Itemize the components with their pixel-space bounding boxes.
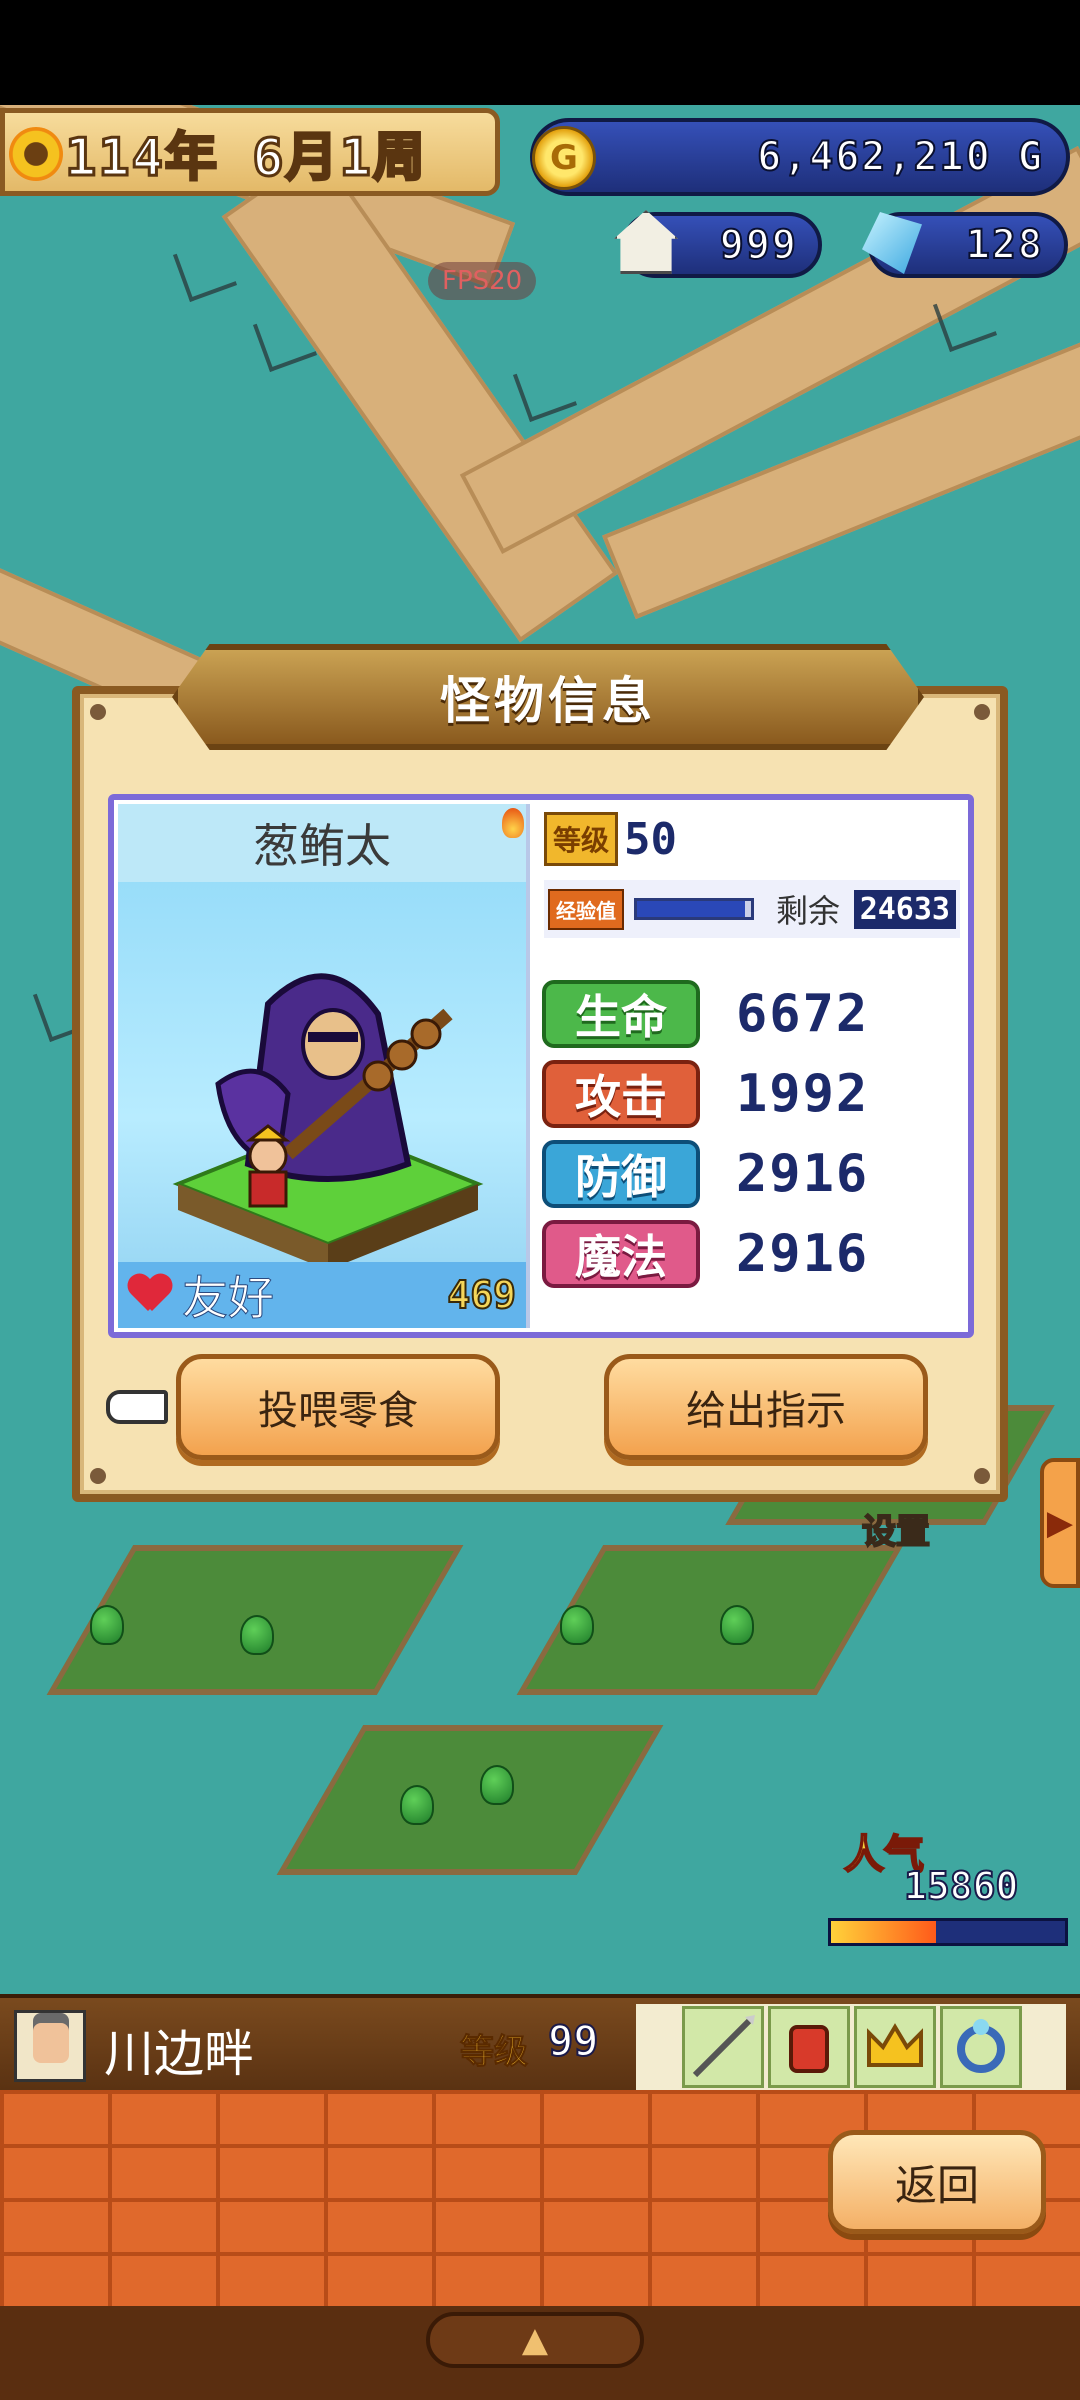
- monster-info-panel: 葱鲔太 友好 469 等级 50 经验值 剩余 24633 生命 6672 攻击…: [108, 794, 974, 1338]
- player-bar[interactable]: 川边畔 等级 99: [0, 1994, 1080, 2090]
- tree: [720, 1605, 754, 1645]
- rivet: [90, 704, 106, 720]
- house-count: 999: [719, 221, 798, 269]
- player-level-value: 99: [547, 2015, 600, 2066]
- player-name: 川边畔: [104, 2025, 254, 2083]
- player-level-label: 等级: [460, 2032, 529, 2073]
- popularity-bar: [828, 1918, 1068, 1946]
- level-value: 50: [624, 813, 677, 865]
- feed-snack-button[interactable]: 投喂零食: [176, 1354, 500, 1460]
- monster-portrait: 葱鲔太 友好 469: [118, 804, 530, 1328]
- stat-magic-label: 魔法: [542, 1220, 700, 1288]
- date-text: 114年 6月1周: [64, 126, 427, 189]
- coin-symbol: G: [550, 138, 578, 178]
- sunflower-icon: [9, 127, 63, 181]
- dialog-title: 怪物信息: [440, 672, 656, 730]
- tree: [90, 1605, 124, 1645]
- rivet: [90, 1468, 106, 1484]
- pointing-hand-icon: [106, 1390, 168, 1424]
- friendship-label: 友好: [182, 1271, 275, 1326]
- fps-indicator: FPS20: [428, 262, 537, 300]
- stat-defense-value: 2916: [736, 1144, 870, 1204]
- chevron-up-icon: ▲: [521, 2320, 549, 2360]
- side-menu-tab[interactable]: ▶: [1040, 1458, 1080, 1588]
- level-label: 等级: [544, 812, 619, 866]
- experience-row: 经验值 剩余 24633: [544, 880, 960, 938]
- crown-icon[interactable]: [854, 2006, 936, 2088]
- rivet: [974, 704, 990, 720]
- heart-icon: [128, 1275, 172, 1315]
- popularity-bar-fill: [831, 1921, 937, 1943]
- ring-icon[interactable]: [940, 2006, 1022, 2088]
- monster-stats: 等级 50 经验值 剩余 24633 生命 6672 攻击 1992 防御 29…: [538, 800, 968, 1330]
- date-display: 114年 6月1周: [0, 108, 500, 196]
- stat-hp: 生命 6672: [542, 980, 869, 1048]
- stat-defense: 防御 2916: [542, 1140, 869, 1208]
- stat-hp-value: 6672: [736, 984, 870, 1044]
- experience-remaining-value: 24633: [853, 889, 956, 929]
- stat-defense-label: 防御: [542, 1140, 700, 1208]
- dead-tree: [172, 237, 238, 303]
- back-button[interactable]: 返回: [828, 2130, 1046, 2234]
- tree: [560, 1605, 594, 1645]
- settings-label[interactable]: 设置: [861, 1504, 931, 1553]
- friendship-bar: 友好 469: [118, 1262, 526, 1328]
- experience-remaining-label: 剩余: [776, 892, 841, 930]
- tree: [240, 1615, 274, 1655]
- armor-icon[interactable]: [768, 2006, 850, 2088]
- monster-name-bar: 葱鲔太: [118, 804, 526, 882]
- experience-label: 经验值: [548, 888, 624, 930]
- gold-amount: 6,462,210 G: [756, 133, 1044, 181]
- stat-attack: 攻击 1992: [542, 1060, 869, 1128]
- popularity-meter: 人气 15860: [824, 1831, 1070, 1982]
- chevron-right-icon: ▶: [1046, 1503, 1074, 1543]
- dead-tree: [512, 357, 578, 423]
- crystal-counter: 128: [862, 212, 1068, 278]
- popularity-value: 15860: [903, 1863, 1019, 1909]
- rivet: [974, 1468, 990, 1484]
- collapse-button[interactable]: ▲: [426, 2312, 644, 2368]
- experience-bar: [634, 898, 754, 920]
- monster-name: 葱鲔太: [253, 819, 391, 873]
- stat-attack-value: 1992: [736, 1064, 870, 1124]
- stat-magic: 魔法 2916: [542, 1220, 869, 1288]
- friendship-value: 469: [446, 1272, 517, 1318]
- crystal-count: 128: [965, 221, 1044, 269]
- fire-element-icon: [502, 808, 524, 838]
- spear-icon[interactable]: [682, 2006, 764, 2088]
- player-avatar: [14, 2010, 86, 2082]
- dialog-title-bar: 怪物信息: [172, 644, 924, 750]
- give-command-button[interactable]: 给出指示: [604, 1354, 928, 1460]
- gold-counter: G 6,462,210 G: [530, 118, 1070, 196]
- monster-info-dialog: 怪物信息 葱鲔太 友好 469 等级 50 经验值 剩余 24633 生命 66…: [72, 644, 1008, 1502]
- stat-hp-label: 生命: [542, 980, 700, 1048]
- gold-coin-icon: G: [532, 126, 596, 190]
- house-counter: 999: [614, 210, 822, 278]
- stat-attack-label: 攻击: [542, 1060, 700, 1128]
- experience-bar-fill: [637, 901, 746, 917]
- tree: [480, 1765, 514, 1805]
- level-row: 等级 50: [544, 812, 677, 866]
- stat-magic-value: 2916: [736, 1224, 870, 1284]
- tree: [400, 1785, 434, 1825]
- crop-field[interactable]: [276, 1725, 664, 1875]
- monster-sprite: [172, 973, 484, 1270]
